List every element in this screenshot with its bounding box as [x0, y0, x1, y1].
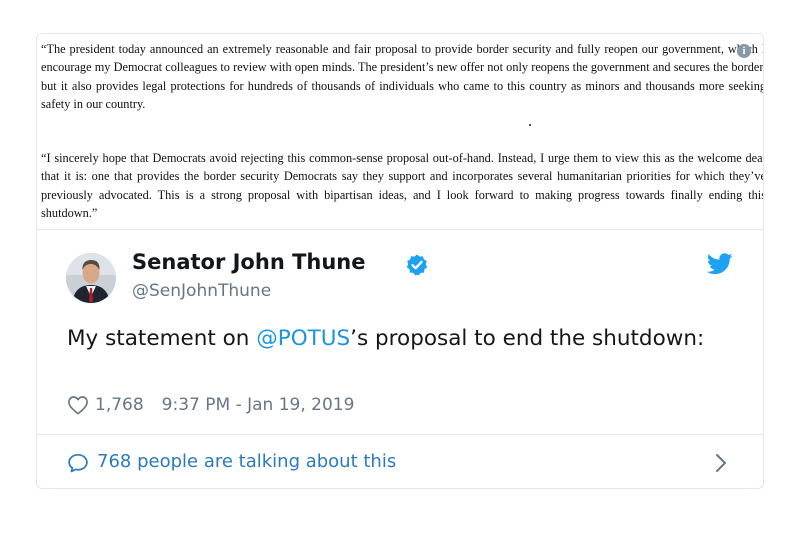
heart-icon[interactable]	[67, 395, 89, 415]
chevron-right-icon[interactable]	[715, 453, 727, 473]
tweet-embed-card[interactable]: “The president today announced an extrem…	[36, 33, 764, 489]
speck	[529, 124, 531, 126]
statement-paragraph-1: “The president today announced an extrem…	[41, 42, 764, 112]
info-icon[interactable]: i	[737, 44, 751, 58]
avatar[interactable]	[66, 253, 116, 303]
tweet-text-start: My statement on	[67, 326, 257, 351]
statement-image[interactable]: “The president today announced an extrem…	[37, 34, 764, 230]
statement-paragraph-2: “I sincerely hope that Democrats avoid r…	[41, 151, 764, 221]
conversation-link[interactable]: 768 people are talking about this	[37, 435, 763, 488]
verified-badge-icon	[406, 254, 428, 276]
author-handle[interactable]: @SenJohnThune	[132, 280, 271, 302]
tweet-text: My statement on @POTUS’s proposal to end…	[67, 324, 727, 353]
like-count[interactable]: 1,768	[95, 395, 144, 415]
tweet-timestamp[interactable]: 9:37 PM - Jan 19, 2019	[162, 395, 355, 415]
avatar-portrait	[66, 253, 116, 303]
mention-link[interactable]: @POTUS	[256, 326, 350, 351]
tweet-meta: 1,768 9:37 PM - Jan 19, 2019	[67, 393, 354, 417]
twitter-bird-icon[interactable]	[707, 253, 733, 275]
author-name[interactable]: Senator John Thune	[132, 249, 366, 275]
speech-bubble-icon	[68, 453, 88, 473]
talking-count-label[interactable]: 768 people are talking about this	[97, 450, 396, 474]
tweet-text-end: ’s proposal to end the shutdown:	[350, 326, 705, 351]
